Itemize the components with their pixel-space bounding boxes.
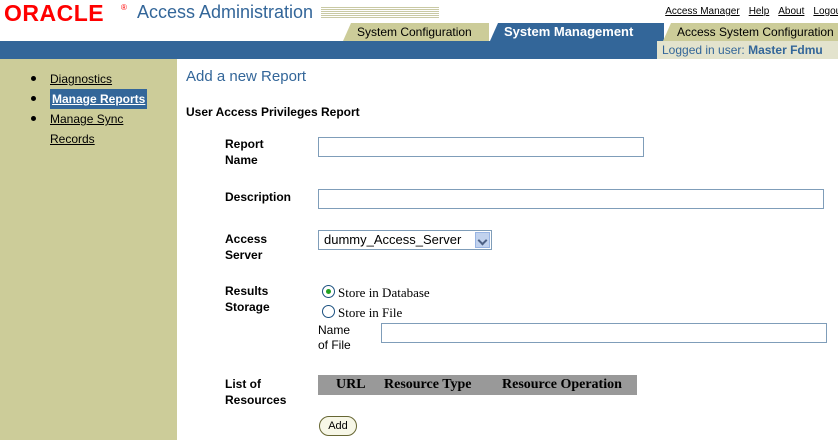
tab-system-management[interactable]: System Management [490,23,664,41]
logged-in-user: Logged in user: Master Fdmu [657,41,838,59]
sidebar-nav: Diagnostics Manage Reports Manage Sync R… [31,69,148,149]
file-name-label-line2: of File [318,338,351,352]
sidebar-item-manage-sync-records: Manage Sync Records [31,109,147,149]
list-of-resources-label-line2: Resources [225,393,287,407]
access-server-label-line1: Access [225,232,268,246]
column-url: URL [336,377,366,392]
app-title: Access Administration [137,2,314,22]
bullet-icon [31,96,36,101]
description-input[interactable] [318,189,824,209]
store-in-file-radio[interactable] [322,305,335,318]
resources-table-header: URL Resource Type Resource Operation [318,375,637,395]
app-header: ORACLE ® Access Administration Access Ma… [0,0,838,60]
file-name-label: Name of File [318,323,351,353]
results-storage-label-line1: Results [225,284,269,298]
add-button[interactable]: Add [319,416,357,436]
access-server-selected: dummy_Access_Server [324,232,462,247]
logout-link[interactable]: Logout [813,6,838,17]
bullet-icon [31,76,36,81]
sidebar: Diagnostics Manage Reports Manage Sync R… [0,59,177,440]
sidebar-item-manage-reports: Manage Reports [31,89,148,109]
list-of-resources-label: List of Resources [225,376,286,408]
results-storage-label: Results Storage [225,283,270,315]
report-name-label-line1: Report [225,137,264,151]
access-server-label: Access Server [225,231,267,263]
results-storage-label-line2: Storage [225,300,270,314]
tab-access-system-configuration[interactable]: Access System Configuration [663,23,838,41]
diagnostics-link[interactable]: Diagnostics [50,69,112,89]
store-in-database-option[interactable]: Store in Database [322,285,430,301]
report-name-label-line2: Name [225,153,258,167]
decorative-stripes [321,7,439,19]
store-in-database-label: Store in Database [338,285,430,300]
registered-mark: ® [121,3,127,12]
file-name-label-line1: Name [318,323,351,337]
file-name-input[interactable] [381,323,827,343]
about-link[interactable]: About [778,6,804,17]
report-name-label: Report Name [225,136,264,168]
description-label: Description [225,190,292,204]
manage-reports-link[interactable]: Manage Reports [50,89,148,109]
help-link[interactable]: Help [749,6,770,17]
manage-sync-records-link[interactable]: Manage Sync [50,109,123,129]
oracle-logo: ORACLE [4,0,105,26]
access-server-label-line2: Server [225,248,263,262]
main-content: Add a new Report User Access Privileges … [177,59,838,440]
report-name-input[interactable] [318,137,644,157]
store-in-file-option[interactable]: Store in File [322,305,402,321]
sidebar-item-diagnostics: Diagnostics [31,69,147,89]
store-in-file-label: Store in File [338,305,403,320]
bullet-icon [31,116,36,121]
logged-in-username: Master Fdmu [748,43,823,57]
access-server-select[interactable]: dummy_Access_Server [318,230,492,250]
tab-system-configuration[interactable]: System Configuration [343,23,489,41]
column-resource-type: Resource Type [384,377,472,392]
section-title: User Access Privileges Report [186,105,360,119]
manage-sync-label: Manage Sync [50,112,124,126]
page-title: Add a new Report [186,68,307,85]
list-of-resources-label-line1: List of [225,377,261,391]
global-links: Access Manager Help About Logout [656,6,838,17]
access-manager-link[interactable]: Access Manager [665,6,739,17]
chevron-down-icon[interactable] [475,232,490,248]
user-bar: Logged in user: Master Fdmu [0,41,838,59]
logged-in-prefix: Logged in user: [662,43,745,57]
store-in-database-radio[interactable] [322,285,335,298]
column-resource-operation: Resource Operation [502,377,622,392]
manage-sync-records-link-line2[interactable]: Records [50,129,147,149]
